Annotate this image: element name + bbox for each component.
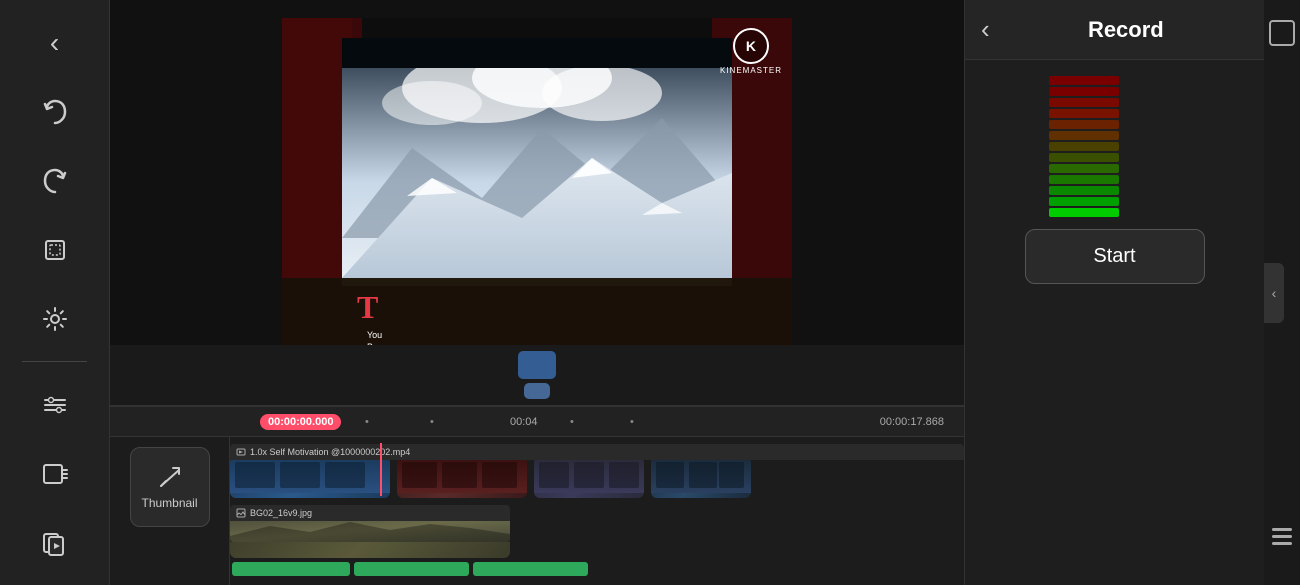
kinemaster-k-icon: K [733, 28, 769, 64]
video-frame: T You Barn K KINEMASTER [282, 18, 792, 388]
video-track-label: 1.0x Self Motivation @1000000202.mp4 [250, 447, 410, 457]
meter-bar-green-2 [1049, 175, 1119, 184]
clip-2[interactable] [397, 457, 527, 498]
start-button[interactable]: Start [1025, 229, 1205, 284]
clip-3[interactable] [534, 457, 644, 498]
end-time-marker: 00:00:17.868 [880, 416, 944, 428]
back-button[interactable]: ‹ [17, 10, 92, 75]
thumbnail-panel: Thumbnail [110, 437, 230, 585]
left-sidebar: ‹ [0, 0, 110, 585]
panel-back-button[interactable]: ‹ [981, 14, 990, 45]
drag-handle[interactable] [1272, 528, 1292, 545]
adjust-button[interactable] [17, 372, 92, 437]
green-bar-2 [354, 562, 469, 576]
current-time-marker: 00:00:00.000 [260, 414, 341, 430]
playhead-dot-3: • [570, 416, 574, 428]
main-preview-area: T You Barn K KINEMASTER 00:00:00. [110, 0, 964, 585]
meter-bar-olive-1 [1049, 142, 1119, 151]
bg-track-row: BG02_16v9.jpg [230, 502, 964, 555]
scrubber-handle[interactable] [518, 351, 556, 399]
mid-time-marker: 00:04 [510, 416, 538, 428]
timeline-section: 00:00:00.000 • • 00:04 • • 00:00:17.868 … [110, 405, 964, 585]
drag-line-3 [1272, 542, 1292, 545]
tracks-container: 1.0x Self Motivation @1000000202.mp4 [230, 437, 964, 585]
meter-bar-red-2 [1049, 87, 1119, 96]
panel-content: Start [965, 60, 1264, 585]
record-panel: ‹ Record [964, 0, 1264, 585]
timeline-tracks: Thumbnail 1.0x Self Motivation @10000002… [110, 437, 964, 585]
collapse-panel-button[interactable]: ‹ [1264, 263, 1284, 323]
redo-button[interactable] [17, 148, 92, 213]
meter-bar-red-1 [1049, 76, 1119, 85]
sidebar-divider [22, 361, 87, 362]
drag-line-1 [1272, 528, 1292, 531]
video-preview[interactable]: T You Barn K KINEMASTER [110, 0, 964, 405]
meter-row [981, 76, 1248, 217]
green-bar-1 [232, 562, 350, 576]
timeline-ruler: 00:00:00.000 • • 00:04 • • 00:00:17.868 [110, 407, 964, 437]
thumbnail-button[interactable]: Thumbnail [130, 447, 210, 527]
playhead-dot-2: • [430, 416, 434, 428]
panel-title: Record [1004, 17, 1248, 43]
meter-bar-green-3 [1049, 186, 1119, 195]
meter-bar-green-4 [1049, 197, 1119, 206]
aspect-ratio-button[interactable] [1269, 20, 1295, 46]
add-clip-button[interactable] [17, 441, 92, 506]
volume-meter [1044, 76, 1124, 217]
svg-text:T: T [357, 289, 378, 325]
undo-button[interactable] [17, 79, 92, 144]
bg-clip[interactable] [230, 516, 510, 558]
bg-track-icon [236, 508, 246, 518]
drag-line-2 [1272, 535, 1292, 538]
green-bar-3 [473, 562, 588, 576]
meter-bar-olive-2 [1049, 153, 1119, 162]
far-right-top [1269, 20, 1295, 46]
meter-bar-red-4 [1049, 109, 1119, 118]
crop-button[interactable] [17, 217, 92, 282]
thumbnail-label: Thumbnail [141, 496, 197, 510]
bg-track-label: BG02_16v9.jpg [250, 508, 312, 518]
clip-4[interactable] [651, 457, 751, 498]
playhead-dot-4: • [630, 416, 634, 428]
clip-1[interactable] [230, 457, 390, 498]
video-track-icon [236, 447, 246, 457]
kinemaster-logo: K KINEMASTER [720, 28, 782, 75]
meter-bar-green-1 [1049, 164, 1119, 173]
green-bars-row [230, 562, 964, 579]
playhead-dot-1: • [365, 416, 369, 428]
thumbnail-edit-icon [157, 464, 183, 490]
export-button[interactable] [17, 510, 92, 575]
video-track-row: 1.0x Self Motivation @1000000202.mp4 [230, 443, 964, 496]
settings-button[interactable] [17, 286, 92, 351]
meter-bar-orange-1 [1049, 120, 1119, 129]
meter-bar-red-3 [1049, 98, 1119, 107]
meter-bar-orange-2 [1049, 131, 1119, 140]
kinemaster-label: KINEMASTER [720, 66, 782, 75]
far-right-bottom [1272, 528, 1292, 565]
meter-bar-green-active [1049, 208, 1119, 217]
svg-text:You: You [367, 330, 382, 340]
panel-header: ‹ Record [965, 0, 1264, 60]
